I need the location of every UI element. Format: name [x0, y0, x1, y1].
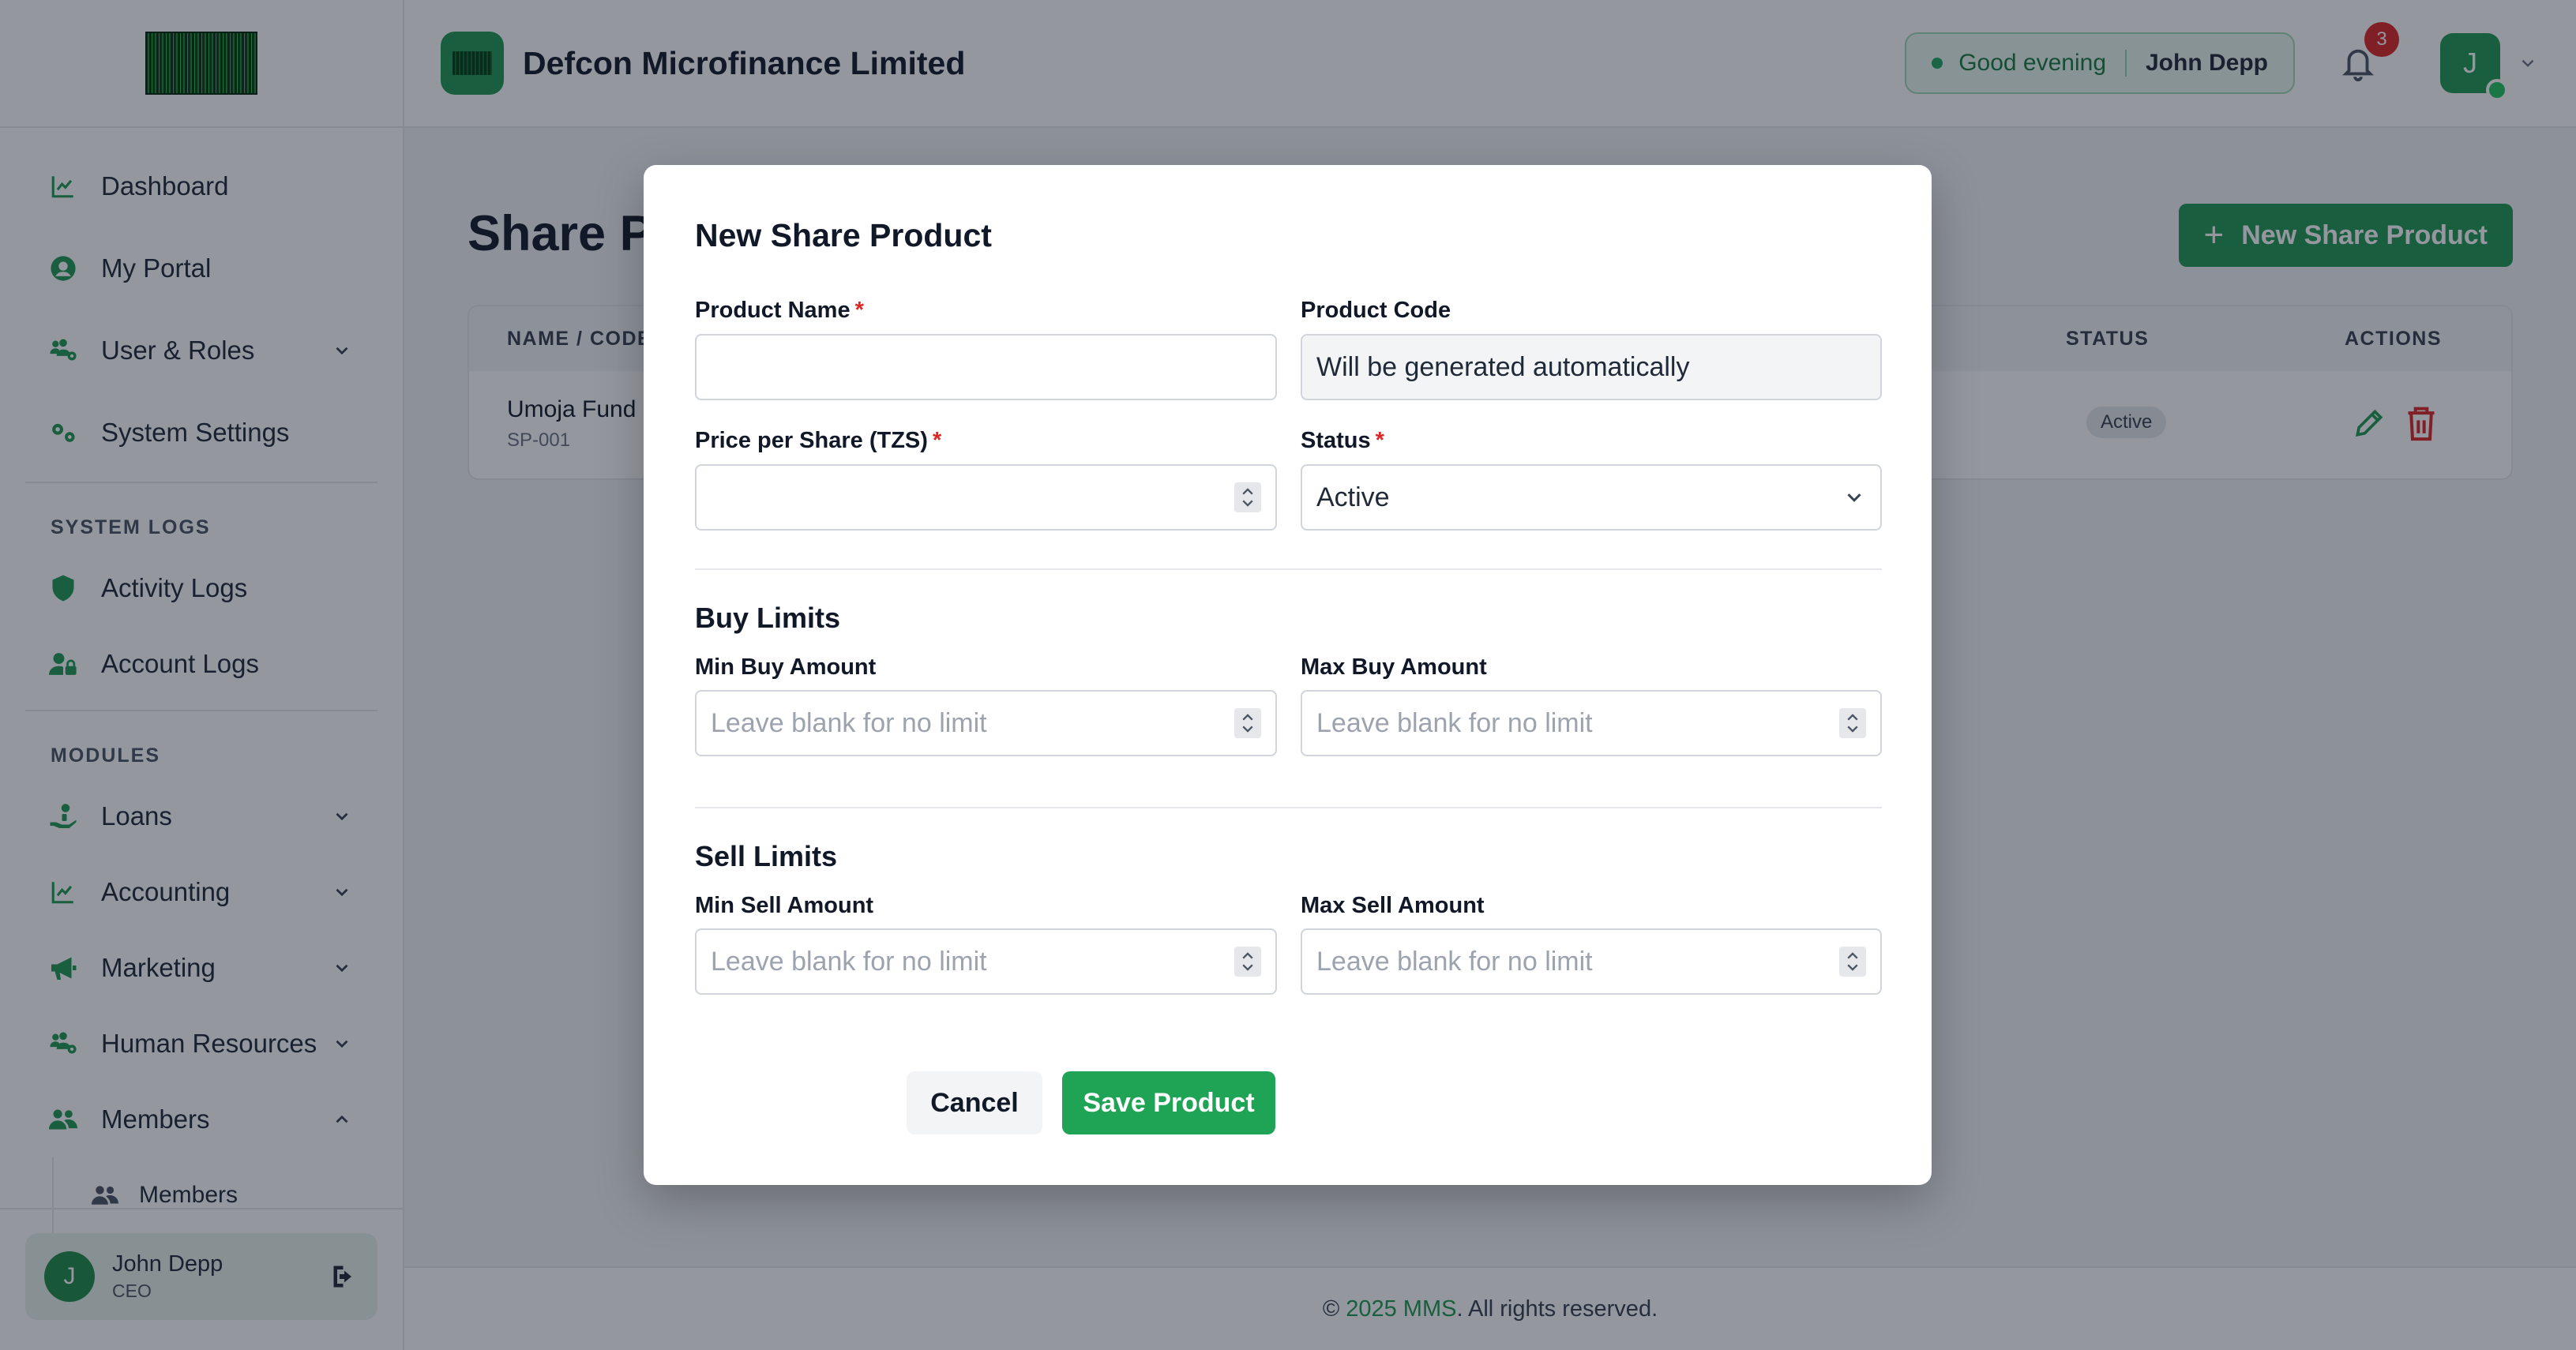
save-product-button[interactable]: Save Product: [1062, 1071, 1275, 1134]
number-spinner-icon[interactable]: [1234, 947, 1261, 977]
min-buy-amount-label: Min Buy Amount: [695, 654, 877, 680]
min-sell-amount-label: Min Sell Amount: [695, 893, 874, 918]
buy-limits-title: Buy Limits: [695, 602, 841, 634]
price-per-share-label: Price per Share (TZS) *: [695, 428, 942, 453]
max-buy-amount-label: Max Buy Amount: [1301, 654, 1487, 680]
number-spinner-icon[interactable]: [1234, 482, 1261, 512]
min-sell-amount-input[interactable]: Leave blank for no limit: [695, 928, 1277, 995]
price-per-share-input[interactable]: [695, 464, 1277, 531]
max-sell-amount-input[interactable]: Leave blank for no limit: [1301, 928, 1882, 995]
section-divider: [695, 568, 1882, 570]
sell-limits-title: Sell Limits: [695, 840, 838, 872]
status-select[interactable]: Active: [1301, 464, 1882, 531]
cancel-button[interactable]: Cancel: [907, 1071, 1042, 1134]
new-share-product-modal: New Share Product Product Name * Product …: [644, 165, 1932, 1185]
section-divider: [695, 807, 1882, 808]
max-buy-amount-input[interactable]: Leave blank for no limit: [1301, 690, 1882, 756]
number-spinner-icon[interactable]: [1839, 947, 1866, 977]
max-sell-amount-label: Max Sell Amount: [1301, 893, 1485, 918]
min-buy-amount-input[interactable]: Leave blank for no limit: [695, 690, 1277, 756]
number-spinner-icon[interactable]: [1839, 708, 1866, 738]
product-code-label: Product Code: [1301, 298, 1451, 323]
number-spinner-icon[interactable]: [1234, 708, 1261, 738]
chevron-down-icon: [1847, 493, 1861, 502]
product-code-field: Will be generated automatically: [1301, 334, 1882, 400]
product-name-input[interactable]: [695, 334, 1277, 400]
product-name-label: Product Name *: [695, 298, 864, 323]
status-label: Status *: [1301, 428, 1384, 453]
modal-title: New Share Product: [695, 217, 992, 253]
